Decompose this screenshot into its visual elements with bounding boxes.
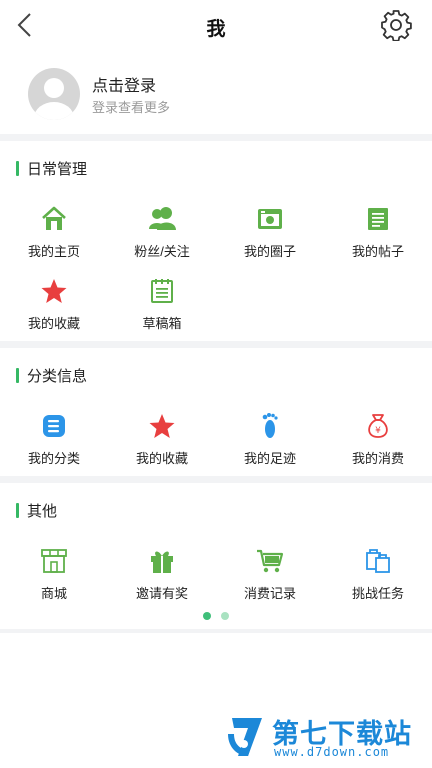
page-dot-active[interactable] [203,612,211,620]
item-label: 消费记录 [243,586,296,601]
item-consumption-record[interactable]: 消费记录 [216,547,324,605]
item-challenge-task[interactable]: 挑战任务 [324,547,432,605]
item-label: 我的消费 [351,451,404,466]
category-icon [43,415,65,437]
d7-logo-icon [228,718,262,756]
item-my-category[interactable]: 我的分类 [0,412,108,470]
cart-icon [257,549,284,573]
item-label: 我的分类 [27,451,80,466]
page-indicator [0,612,432,620]
login-profile-row[interactable]: 点击登录 登录查看更多 [0,50,432,134]
bags-icon [366,549,390,573]
svg-text:¥: ¥ [375,426,381,436]
item-label: 邀请有奖 [135,586,188,601]
gift-icon [151,551,173,573]
section-title: 日常管理 [27,160,88,178]
avatar [28,68,80,120]
footprint-icon [262,413,278,438]
item-my-posts[interactable]: 我的帖子 [324,205,432,263]
section-header: 日常管理 [16,159,88,178]
divider [0,134,432,141]
item-my-favorites-2[interactable]: 我的收藏 [108,412,216,470]
item-drafts[interactable]: 草稿箱 [108,277,216,335]
draft-icon [151,279,173,303]
divider [0,476,432,483]
shop-icon [41,549,67,573]
section-accent-bar [16,367,19,383]
section-header: 分类信息 [16,366,88,385]
item-label: 草稿箱 [142,316,182,331]
item-fans-follow[interactable]: 粉丝/关注 [108,205,216,263]
login-subtitle: 登录查看更多 [92,100,171,115]
post-icon [368,208,388,230]
item-label: 我的收藏 [27,316,80,331]
gear-icon[interactable] [380,9,412,41]
item-label: 商城 [40,586,67,601]
section-daily-management: 日常管理 我的主页 粉丝/关注 我的圈子 我的帖子 我的收藏 草稿箱 [0,141,432,341]
star-icon [41,279,67,303]
item-my-circle[interactable]: 我的圈子 [216,205,324,263]
login-title: 点击登录 [92,78,157,95]
item-label: 粉丝/关注 [134,244,190,259]
section-header: 其他 [16,501,58,520]
section-accent-bar [16,502,19,518]
item-label: 我的主页 [27,244,80,259]
home-icon [42,206,66,230]
money-bag-icon: ¥ [368,414,388,438]
watermark-url: www.d7down.com [274,745,390,759]
item-label: 我的圈子 [243,244,296,259]
divider [0,629,432,633]
item-label: 我的帖子 [351,244,404,259]
circle-icon [258,209,282,229]
item-invite-reward[interactable]: 邀请有奖 [108,547,216,605]
user-placeholder-icon [34,78,74,120]
item-my-favorites[interactable]: 我的收藏 [0,277,108,335]
section-other: 其他 商城 邀请有奖 消费记录 挑战任务 [0,483,432,629]
item-shop[interactable]: 商城 [0,547,108,605]
star-icon [149,414,175,438]
item-my-footprint[interactable]: 我的足迹 [216,412,324,470]
item-label: 我的收藏 [135,451,188,466]
fans-icon [149,207,176,230]
item-label: 挑战任务 [351,586,404,601]
watermark: 第七下载站 www.d7down.com [226,712,426,764]
page-dot[interactable] [221,612,229,620]
top-bar: 我 [0,0,432,50]
item-my-consumption[interactable]: ¥ 我的消费 [324,412,432,470]
section-accent-bar [16,160,19,176]
item-label: 我的足迹 [243,451,296,466]
item-my-homepage[interactable]: 我的主页 [0,205,108,263]
divider [0,341,432,348]
page-title: 我 [206,19,226,40]
section-title: 分类信息 [27,367,88,385]
section-title: 其他 [27,502,58,520]
section-category-info: 分类信息 我的分类 我的收藏 我的足迹 ¥ 我的消费 [0,348,432,476]
